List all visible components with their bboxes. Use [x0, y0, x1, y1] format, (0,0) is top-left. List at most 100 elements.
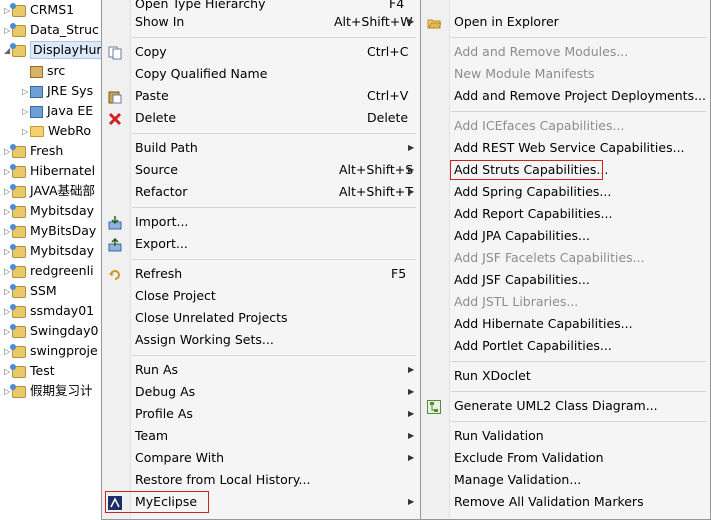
- project-icon: [10, 223, 26, 238]
- menu-item-label: Add Report Capabilities...: [454, 206, 613, 221]
- menu-separator: [451, 361, 706, 362]
- menu-item-label: Add JSF Capabilities...: [454, 272, 590, 287]
- menu-item-import[interactable]: Import...: [102, 211, 420, 233]
- tree-item-label: Data_Struc: [30, 22, 99, 37]
- submenu-item-add-spring-capabilities[interactable]: Add Spring Capabilities...: [421, 181, 710, 203]
- menu-item-restore-from-local-history[interactable]: Restore from Local History...: [102, 469, 420, 491]
- project-icon: [10, 363, 26, 378]
- project-icon: [10, 383, 26, 398]
- tree-item-3[interactable]: src: [30, 61, 65, 81]
- menu-item-compare-with[interactable]: Compare With ▶: [102, 447, 420, 469]
- expand-arrow-icon[interactable]: ▷: [22, 102, 30, 122]
- menu-item-label: Export...: [135, 236, 188, 251]
- tree-item-16[interactable]: ▷ Swingday0: [4, 321, 98, 341]
- menu-item-debug-as[interactable]: Debug As ▶: [102, 381, 420, 403]
- tree-item-15[interactable]: ▷ ssmday01: [4, 301, 94, 321]
- myeclipse-highlight-box: [105, 491, 209, 513]
- menu-item-close-unrelated-projects[interactable]: Close Unrelated Projects: [102, 307, 420, 329]
- submenu-arrow-icon: ▶: [408, 17, 415, 26]
- menu-item-label: Refactor: [135, 184, 188, 199]
- tree-item-label: Hibernatel: [30, 163, 96, 178]
- menu-item-close-project[interactable]: Close Project: [102, 285, 420, 307]
- tree-item-label: WebRo: [48, 123, 92, 138]
- menu-item-refactor[interactable]: Refactor Alt+Shift+T ▶: [102, 181, 420, 203]
- menu-item-delete[interactable]: Delete Delete: [102, 107, 420, 129]
- tree-item-19[interactable]: ▷ 假期复习计: [4, 381, 93, 401]
- submenu-item-run-xdoclet[interactable]: Run XDoclet: [421, 365, 710, 387]
- menu-item-copy-qualified-name[interactable]: Copy Qualified Name: [102, 63, 420, 85]
- submenu-item-generate-uml2-class-diagram[interactable]: Generate UML2 Class Diagram...: [421, 395, 710, 417]
- menu-item-build-path[interactable]: Build Path ▶: [102, 137, 420, 159]
- menu-item-label: Import...: [135, 214, 189, 229]
- tree-item-9[interactable]: ▷ JAVA基础部: [4, 181, 95, 201]
- menu-item-show-in[interactable]: Show In Alt+Shift+W ▶: [102, 11, 420, 33]
- refresh-icon: [108, 267, 122, 281]
- tree-item-1[interactable]: ▷ Data_Struc: [4, 20, 99, 40]
- submenu-item-add-report-capabilities[interactable]: Add Report Capabilities...: [421, 203, 710, 225]
- tree-item-0[interactable]: ▷ CRMS1: [4, 0, 74, 20]
- project-icon: [10, 22, 26, 37]
- tree-item-10[interactable]: ▷ Mybitsday: [4, 201, 94, 221]
- tree-item-label: 假期复习计: [30, 383, 93, 398]
- menu-item-label: Add and Remove Modules...: [454, 44, 629, 59]
- tree-item-18[interactable]: ▷ Test: [4, 361, 55, 381]
- submenu-item-add-rest-web-service-capabilities[interactable]: Add REST Web Service Capabilities...: [421, 137, 710, 159]
- tree-item-2[interactable]: ◢ DisplayHur: [4, 40, 103, 60]
- submenu-item-remove-all-validation-markers[interactable]: Remove All Validation Markers: [421, 491, 710, 513]
- submenu-item-add-jpa-capabilities[interactable]: Add JPA Capabilities...: [421, 225, 710, 247]
- export-icon: [108, 237, 122, 252]
- tree-item-label: swingproje: [30, 343, 98, 358]
- menu-item-label: Build Path: [135, 140, 198, 155]
- menu-item-source[interactable]: Source Alt+Shift+S ▶: [102, 159, 420, 181]
- menu-item-label: Add and Remove Project Deployments...: [454, 88, 706, 103]
- menu-item-refresh[interactable]: Refresh F5: [102, 263, 420, 285]
- submenu-arrow-icon: ▶: [408, 387, 415, 396]
- tree-item-17[interactable]: ▷ swingproje: [4, 341, 98, 361]
- project-icon: [10, 323, 26, 338]
- tree-item-7[interactable]: ▷ Fresh: [4, 141, 63, 161]
- expand-arrow-icon[interactable]: ▷: [22, 82, 30, 102]
- menu-item-run-as[interactable]: Run As ▶: [102, 359, 420, 381]
- tree-item-label: JRE Sys: [47, 83, 94, 98]
- submenu-item-open-in-explorer[interactable]: Open in Explorer: [421, 11, 710, 33]
- submenu-item-run-validation[interactable]: Run Validation: [421, 425, 710, 447]
- submenu-item-exclude-from-validation[interactable]: Exclude From Validation: [421, 447, 710, 469]
- menu-item-label: Close Project: [135, 288, 216, 303]
- menu-item-assign-working-sets[interactable]: Assign Working Sets...: [102, 329, 420, 351]
- menu-item-label: Run As: [135, 362, 179, 377]
- menu-item-export[interactable]: Export...: [102, 233, 420, 255]
- submenu-item-add-and-remove-project-deployments[interactable]: Add and Remove Project Deployments...: [421, 85, 710, 107]
- menu-item-copy[interactable]: Copy Ctrl+C: [102, 41, 420, 63]
- tree-item-label: DisplayHur: [30, 41, 103, 59]
- tree-item-14[interactable]: ▷ SSM: [4, 281, 57, 301]
- tree-item-11[interactable]: ▷ MyBitsDay: [4, 221, 96, 241]
- tree-item-5[interactable]: ▷ Java EE: [22, 101, 93, 121]
- tree-item-label: Fresh: [30, 143, 64, 158]
- tree-item-8[interactable]: ▷ Hibernatel: [4, 161, 95, 181]
- submenu-arrow-icon: ▶: [408, 365, 415, 374]
- tree-item-label: redgreenli: [30, 263, 94, 278]
- submenu-item-manage-validation[interactable]: Manage Validation...: [421, 469, 710, 491]
- submenu-item-add-portlet-capabilities[interactable]: Add Portlet Capabilities...: [421, 335, 710, 357]
- tree-item-6[interactable]: ▷ WebRo: [22, 121, 91, 141]
- tree-item-12[interactable]: ▷ Mybitsday: [4, 241, 94, 261]
- expand-arrow-icon[interactable]: ▷: [22, 122, 30, 142]
- submenu-item-add-hibernate-capabilities[interactable]: Add Hibernate Capabilities...: [421, 313, 710, 335]
- menu-item-label: Paste: [135, 88, 169, 103]
- menu-item-label: Close Unrelated Projects: [135, 310, 288, 325]
- tree-item-label: SSM: [30, 283, 57, 298]
- tree-item-4[interactable]: ▷ JRE Sys: [22, 81, 93, 101]
- menu-item-paste[interactable]: Paste Ctrl+V: [102, 85, 420, 107]
- menu-item-label: Remove All Validation Markers: [454, 494, 644, 509]
- project-icon: [10, 283, 26, 298]
- submenu-item-add-jsf-capabilities[interactable]: Add JSF Capabilities...: [421, 269, 710, 291]
- copy-icon: [108, 45, 122, 60]
- project-icon: [10, 243, 26, 258]
- menu-item-shortcut: Alt+Shift+W: [334, 14, 413, 29]
- paste-icon: [108, 89, 122, 104]
- menu-item-profile-as[interactable]: Profile As ▶: [102, 403, 420, 425]
- menu-item-team[interactable]: Team ▶: [102, 425, 420, 447]
- project-icon: [10, 2, 26, 17]
- tree-item-13[interactable]: ▷ redgreenli: [4, 261, 94, 281]
- menu-item-label: Copy: [135, 44, 167, 59]
